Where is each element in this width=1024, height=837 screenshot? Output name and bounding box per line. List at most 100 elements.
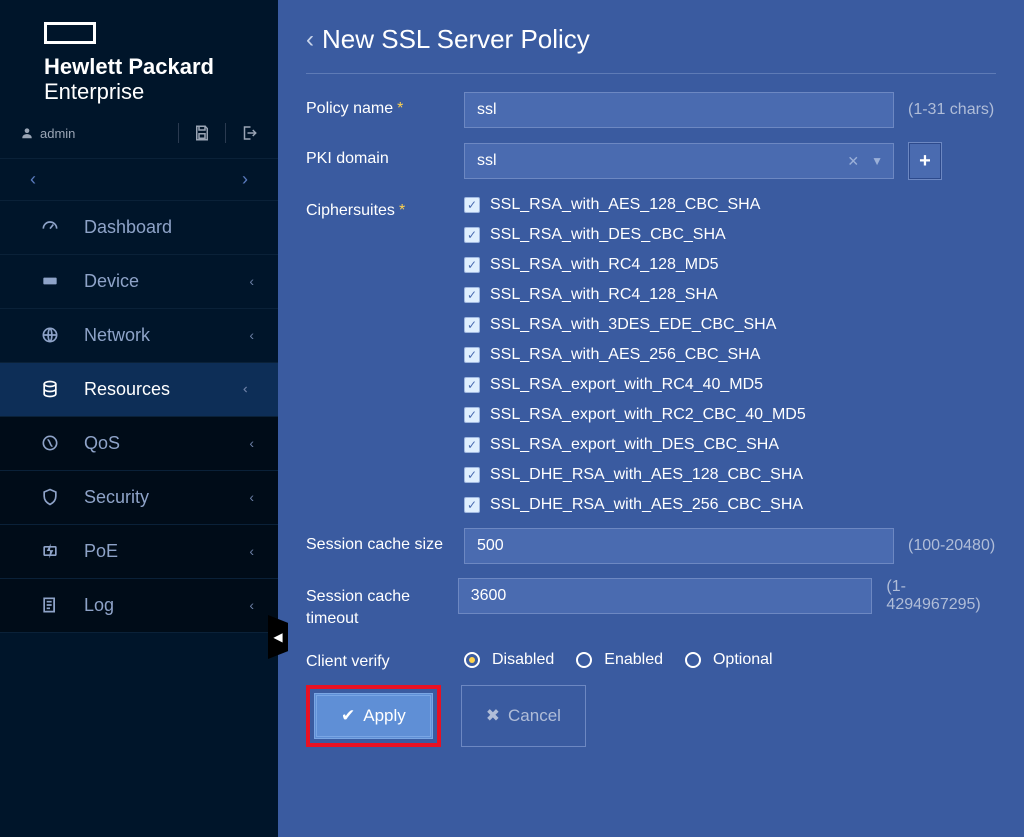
checkbox-icon[interactable]: ✓ — [464, 437, 480, 453]
radio-label: Optional — [713, 651, 773, 669]
pki-domain-label: PKI domain — [306, 142, 464, 168]
ciphersuite-label: SSL_DHE_RSA_with_AES_128_CBC_SHA — [490, 466, 803, 484]
pki-domain-value: ssl — [465, 144, 839, 178]
ciphersuite-item[interactable]: ✓ SSL_RSA_export_with_RC4_40_MD5 — [464, 376, 806, 394]
cancel-button-label: Cancel — [508, 706, 561, 726]
checkbox-icon[interactable]: ✓ — [464, 287, 480, 303]
sidebar-item-qos[interactable]: QoS ‹ — [0, 417, 278, 471]
apply-button-label: Apply — [363, 706, 406, 726]
checkbox-icon[interactable]: ✓ — [464, 467, 480, 483]
check-icon: ✔ — [341, 706, 355, 726]
back-icon[interactable]: ‹ — [306, 26, 314, 54]
ciphersuite-item[interactable]: ✓ SSL_RSA_with_AES_128_CBC_SHA — [464, 196, 806, 214]
checkbox-icon[interactable]: ✓ — [464, 497, 480, 513]
ciphersuite-label: SSL_RSA_export_with_DES_CBC_SHA — [490, 436, 779, 454]
sidebar-item-label: Network — [84, 325, 249, 346]
checkbox-icon[interactable]: ✓ — [464, 197, 480, 213]
chevron-left-icon: ‹ — [249, 435, 254, 451]
sidebar-item-security[interactable]: Security ‹ — [0, 471, 278, 525]
ciphersuite-item[interactable]: ✓ SSL_DHE_RSA_with_AES_256_CBC_SHA — [464, 496, 806, 514]
sidebar-item-label: PoE — [84, 541, 249, 562]
nav-next-icon[interactable]: › — [242, 169, 248, 190]
logout-icon[interactable] — [240, 124, 258, 142]
log-icon — [40, 595, 66, 615]
main-content: ‹ New SSL Server Policy Policy name* (1-… — [278, 0, 1024, 837]
brand-logo — [44, 22, 96, 44]
radio-optional[interactable] — [685, 652, 701, 668]
ciphersuite-item[interactable]: ✓ SSL_DHE_RSA_with_AES_128_CBC_SHA — [464, 466, 806, 484]
save-icon[interactable] — [193, 124, 211, 142]
user-icon — [20, 126, 34, 140]
sidebar-item-device[interactable]: Device ‹ — [0, 255, 278, 309]
ciphersuite-label: SSL_DHE_RSA_with_AES_256_CBC_SHA — [490, 496, 803, 514]
ciphersuite-item[interactable]: ✓SSL_RSA_export_with_RC2_CBC_40_MD5 — [464, 406, 806, 424]
device-icon — [40, 271, 66, 291]
ciphersuite-item[interactable]: ✓ SSL_RSA_with_RC4_128_SHA — [464, 286, 806, 304]
checkbox-icon[interactable]: ✓ — [464, 257, 480, 273]
nav-prev-icon[interactable]: ‹ — [30, 169, 36, 190]
ciphersuite-item[interactable]: ✓SSL_RSA_with_RC4_128_MD5 — [464, 256, 806, 274]
qos-icon — [40, 433, 66, 453]
pki-domain-select[interactable]: ssl ✕ ▼ — [464, 143, 894, 179]
session-cache-size-hint: (100-20480) — [908, 537, 995, 555]
add-pki-domain-button[interactable]: + — [908, 142, 942, 180]
clear-icon[interactable]: ✕ — [839, 153, 867, 170]
chevron-down-icon: ⌄ — [240, 383, 257, 395]
checkbox-icon[interactable]: ✓ — [464, 407, 480, 423]
ciphersuite-list: ✓SSL_RSA_with_AES_128_CBC_SHA✓SSL_RSA_wi… — [464, 194, 806, 514]
policy-name-input[interactable] — [464, 92, 894, 128]
session-cache-size-input[interactable] — [464, 528, 894, 564]
sidebar-item-dashboard[interactable]: Dashboard — [0, 201, 278, 255]
checkbox-icon[interactable]: ✓ — [464, 317, 480, 333]
ciphersuite-label: SSL_RSA_with_AES_128_CBC_SHA — [490, 196, 760, 214]
sidebar-item-poe[interactable]: PoE ‹ — [0, 525, 278, 579]
session-cache-size-label: Session cache size — [306, 528, 464, 554]
policy-name-label: Policy name* — [306, 92, 464, 118]
radio-label: Disabled — [492, 651, 554, 669]
user-name[interactable]: admin — [40, 126, 75, 141]
brand: Hewlett Packard Enterprise — [0, 0, 278, 119]
apply-button[interactable]: ✔ Apply — [314, 693, 433, 739]
dashboard-icon — [40, 217, 66, 237]
radio-enabled[interactable] — [576, 652, 592, 668]
brand-line1: Hewlett Packard — [44, 54, 254, 79]
radio-label: Enabled — [604, 651, 663, 669]
chevron-left-icon: ‹ — [249, 327, 254, 343]
policy-name-hint: (1-31 chars) — [908, 101, 994, 119]
user-bar: admin — [0, 119, 278, 159]
session-cache-timeout-hint: (1-4294967295) — [886, 578, 996, 614]
client-verify-radios: Disabled Enabled Optional — [464, 645, 787, 669]
ciphersuite-item[interactable]: ✓ SSL_RSA_with_DES_CBC_SHA — [464, 226, 806, 244]
caret-down-icon[interactable]: ▼ — [867, 154, 893, 168]
sidebar: Hewlett Packard Enterprise admin ‹ › Das… — [0, 0, 278, 837]
sidebar-item-label: QoS — [84, 433, 249, 454]
client-verify-label: Client verify — [306, 645, 464, 671]
radio-disabled[interactable] — [464, 652, 480, 668]
sidebar-item-network[interactable]: Network ‹ — [0, 309, 278, 363]
ciphersuite-label: SSL_RSA_export_with_RC4_40_MD5 — [490, 376, 763, 394]
globe-icon — [40, 325, 66, 345]
ciphersuite-label: SSL_RSA_with_AES_256_CBC_SHA — [490, 346, 760, 364]
sidebar-item-resources[interactable]: Resources ⌄ — [0, 363, 278, 417]
ciphersuite-label: SSL_RSA_with_DES_CBC_SHA — [490, 226, 726, 244]
session-cache-timeout-label: Session cache timeout — [306, 578, 458, 631]
session-cache-timeout-input[interactable] — [458, 578, 873, 614]
sidebar-item-label: Dashboard — [84, 217, 254, 238]
ciphersuite-item[interactable]: ✓ SSL_RSA_export_with_DES_CBC_SHA — [464, 436, 806, 454]
chevron-left-icon: ‹ — [249, 597, 254, 613]
sidebar-item-label: Resources — [84, 379, 242, 400]
ciphersuite-label: SSL_RSA_with_3DES_EDE_CBC_SHA — [490, 316, 776, 334]
page-title: New SSL Server Policy — [322, 24, 590, 55]
checkbox-icon[interactable]: ✓ — [464, 377, 480, 393]
ciphersuite-item[interactable]: ✓ SSL_RSA_with_3DES_EDE_CBC_SHA — [464, 316, 806, 334]
cancel-button[interactable]: ✖ Cancel — [461, 685, 586, 747]
ciphersuite-item[interactable]: ✓ SSL_RSA_with_AES_256_CBC_SHA — [464, 346, 806, 364]
sidebar-item-log[interactable]: Log ‹ — [0, 579, 278, 633]
sidebar-item-label: Log — [84, 595, 249, 616]
checkbox-icon[interactable]: ✓ — [464, 347, 480, 363]
chevron-left-icon: ‹ — [249, 489, 254, 505]
database-icon — [40, 379, 66, 399]
ciphersuite-label: SSL_RSA_with_RC4_128_SHA — [490, 286, 718, 304]
apply-button-highlight: ✔ Apply — [306, 685, 441, 747]
checkbox-icon[interactable]: ✓ — [464, 227, 480, 243]
